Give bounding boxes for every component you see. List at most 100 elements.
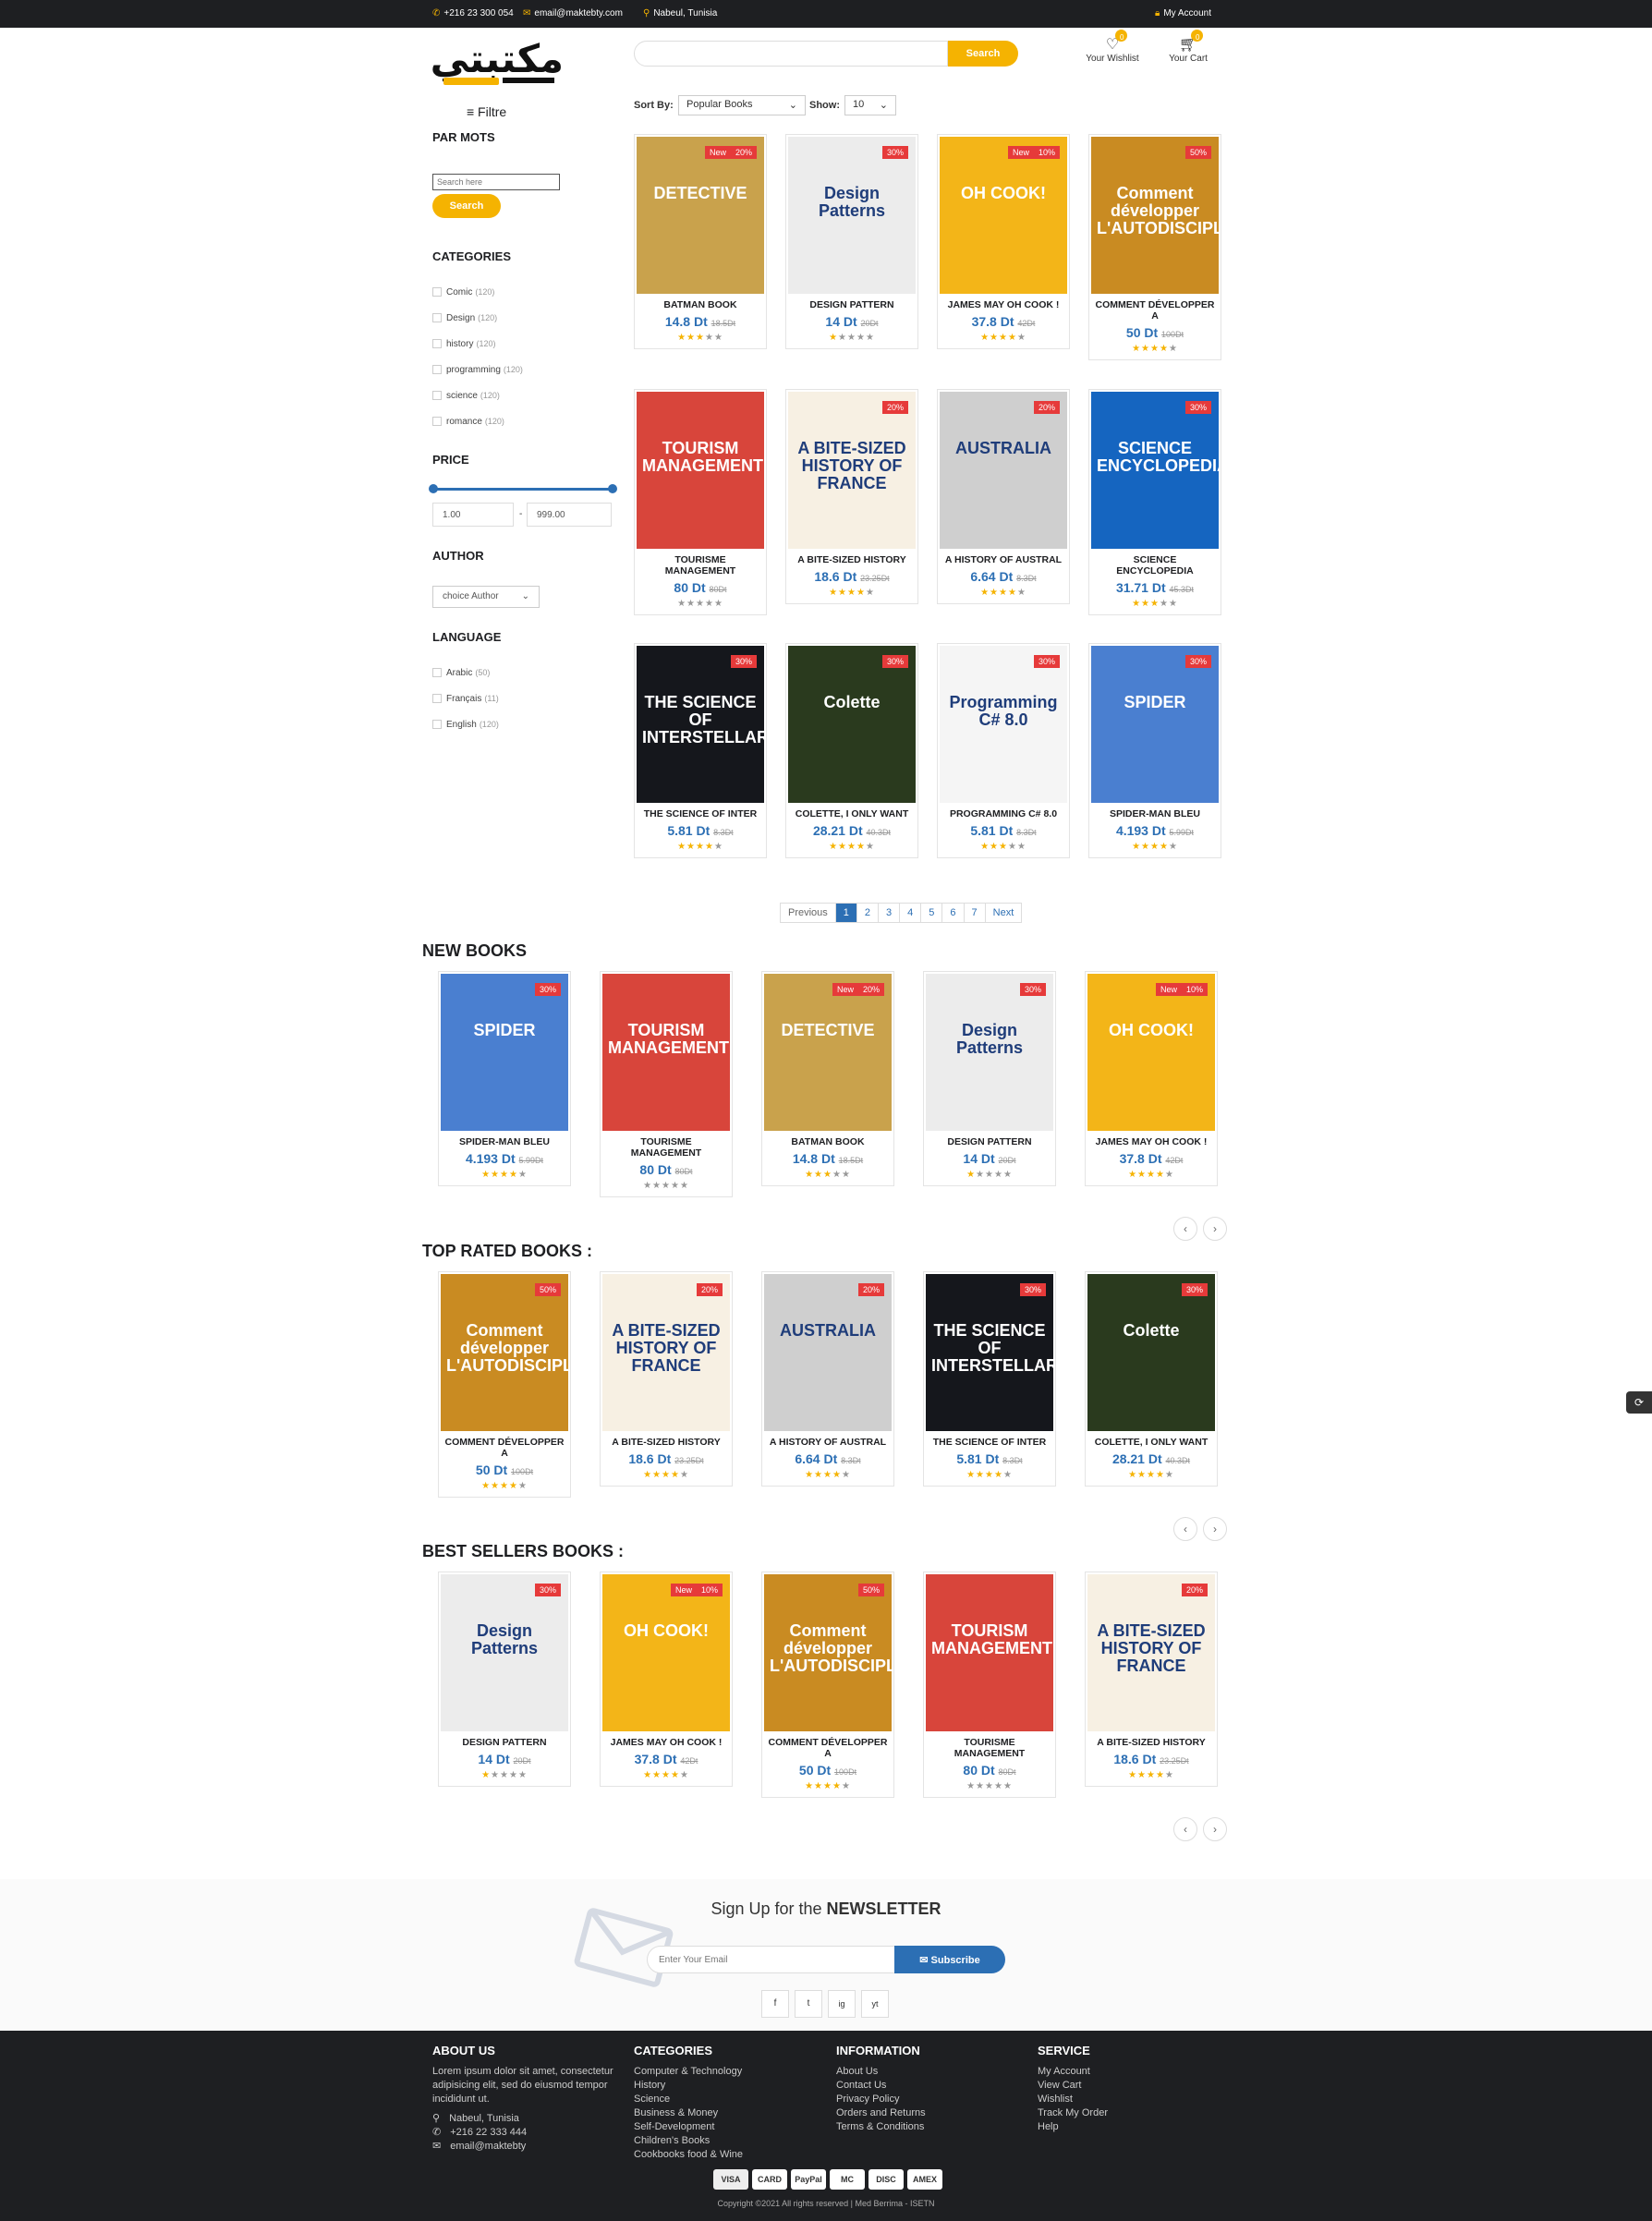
carousel-prev-button[interactable]: ‹ (1173, 1217, 1197, 1241)
footer-link[interactable]: Contact Us (836, 2079, 926, 2093)
book-cover[interactable]: Comment développer L'AUTODISCIPLINE 50% (764, 1574, 892, 1731)
book-cover[interactable]: Comment développer L'AUTODISCIPLINE 50% (1091, 137, 1219, 294)
pagination-page-4[interactable]: 4 (899, 903, 922, 923)
book-cover[interactable]: OH COOK! 10% New (1087, 974, 1215, 1131)
author-select[interactable]: choice Author ⌄ (432, 586, 540, 608)
footer-link[interactable]: Orders and Returns (836, 2106, 926, 2120)
footer-link[interactable]: Computer & Technology (634, 2065, 743, 2079)
pagination-page-5[interactable]: 5 (920, 903, 943, 923)
sort-select[interactable]: Popular Books ⌄ (678, 95, 806, 115)
product-name[interactable]: A HISTORY OF AUSTRAL (938, 554, 1069, 565)
cart-link[interactable]: 🛒︎ 0 Your Cart (1166, 30, 1210, 64)
search-button[interactable]: Search (948, 41, 1018, 67)
category-item[interactable]: history (120) (432, 331, 523, 357)
keyword-search-button[interactable]: Search (432, 194, 501, 218)
category-item[interactable]: romance (120) (432, 408, 523, 434)
product-name[interactable]: JAMES MAY OH COOK ! (1086, 1136, 1217, 1147)
product-name[interactable]: A BITE-SIZED HISTORY (786, 554, 917, 565)
carousel-next-button[interactable]: › (1203, 1817, 1227, 1841)
pagination-previous[interactable]: Previous (780, 903, 836, 923)
footer-link[interactable]: Science (634, 2093, 743, 2106)
product-name[interactable]: COMMENT DÉVELOPPER A (762, 1737, 893, 1759)
book-cover[interactable]: OH COOK! 10% New (940, 137, 1067, 294)
language-item[interactable]: Arabic (50) (432, 660, 499, 686)
pagination-page-6[interactable]: 6 (941, 903, 965, 923)
product-card[interactable]: SPIDER 30% SPIDER-MAN BLEU 4.193 Dt 5.99Dt ★… (438, 971, 571, 1186)
price-slider-min-handle[interactable] (429, 484, 438, 493)
price-slider-track[interactable] (432, 488, 613, 491)
newsletter-email-input[interactable] (647, 1946, 896, 1973)
pagination-page-7[interactable]: 7 (963, 903, 986, 923)
checkbox[interactable] (432, 694, 442, 703)
product-name[interactable]: DESIGN PATTERN (786, 299, 917, 310)
pagination-page-3[interactable]: 3 (878, 903, 901, 923)
wishlist-link[interactable]: ♡ 0 Your Wishlist (1085, 30, 1140, 64)
book-cover[interactable]: Comment développer L'AUTODISCIPLINE 50% (441, 1274, 568, 1431)
keyword-search-input[interactable] (432, 174, 560, 190)
language-item[interactable]: English (120) (432, 711, 499, 737)
show-select[interactable]: 10 ⌄ (844, 95, 896, 115)
instagram-icon[interactable]: ig (828, 1990, 856, 2018)
phone-contact[interactable]: ✆ +216 23 300 054 (432, 8, 514, 18)
youtube-icon[interactable]: yt (861, 1990, 889, 2018)
checkbox[interactable] (432, 339, 442, 348)
product-card[interactable]: OH COOK! 10% New JAMES MAY OH COOK ! 37.8 Dt… (937, 134, 1070, 349)
product-card[interactable]: Design Patterns 30% DESIGN PATTERN 14 Dt 20… (785, 134, 918, 349)
book-cover[interactable]: AUSTRALIA 20% (764, 1274, 892, 1431)
product-card[interactable]: SCIENCE ENCYCLOPEDIA 30% SCIENCE ENCYCLOPE… (1088, 389, 1221, 615)
product-card[interactable]: Comment développer L'AUTODISCIPLINE 50% CO… (438, 1271, 571, 1498)
product-name[interactable]: SPIDER-MAN BLEU (439, 1136, 570, 1147)
twitter-icon[interactable]: t (795, 1990, 822, 2018)
footer-link[interactable]: Track My Order (1038, 2106, 1108, 2120)
product-name[interactable]: TOURISME MANAGEMENT (635, 554, 766, 576)
carousel-next-button[interactable]: › (1203, 1517, 1227, 1541)
checkbox[interactable] (432, 287, 442, 297)
search-input[interactable] (634, 41, 948, 67)
footer-link[interactable]: Business & Money (634, 2106, 743, 2120)
product-card[interactable]: OH COOK! 10% New JAMES MAY OH COOK ! 37.8 Dt… (600, 1572, 733, 1787)
product-card[interactable]: TOURISM MANAGEMENT TOURISME MANAGEMENT 80 … (634, 389, 767, 615)
category-item[interactable]: science (120) (432, 382, 523, 408)
book-cover[interactable]: Design Patterns 30% (926, 974, 1053, 1131)
book-cover[interactable]: DETECTIVE 20% New (764, 974, 892, 1131)
pagination-page-1[interactable]: 1 (834, 903, 857, 923)
product-name[interactable]: THE SCIENCE OF INTER (635, 808, 766, 819)
checkbox[interactable] (432, 313, 442, 322)
book-cover[interactable]: OH COOK! 10% New (602, 1574, 730, 1731)
product-name[interactable]: SCIENCE ENCYCLOPEDIA (1089, 554, 1221, 576)
footer-link[interactable]: About Us (836, 2065, 926, 2079)
product-card[interactable]: SPIDER 30% SPIDER-MAN BLEU 4.193 Dt 5.99Dt ★… (1088, 643, 1221, 858)
footer-link[interactable]: Cookbooks food & Wine (634, 2148, 743, 2162)
footer-link[interactable]: Self-Development (634, 2120, 743, 2134)
footer-link[interactable]: View Cart (1038, 2079, 1108, 2093)
product-card[interactable]: Comment développer L'AUTODISCIPLINE 50% CO… (761, 1572, 894, 1798)
product-card[interactable]: THE SCIENCE OF INTERSTELLAR 30% THE SCIENC… (634, 643, 767, 858)
product-name[interactable]: BATMAN BOOK (762, 1136, 893, 1147)
checkbox[interactable] (432, 668, 442, 677)
carousel-next-button[interactable]: › (1203, 1217, 1227, 1241)
price-max-input[interactable]: 999.00 (527, 503, 612, 527)
facebook-icon[interactable]: f (761, 1990, 789, 2018)
book-cover[interactable]: A BITE-SIZED HISTORY OF FRANCE 20% (788, 392, 916, 549)
product-card[interactable]: Programming C# 8.0 30% PROGRAMMING C# 8.0 5… (937, 643, 1070, 858)
product-card[interactable]: Design Patterns 30% DESIGN PATTERN 14 Dt 20… (923, 971, 1056, 1186)
price-slider-max-handle[interactable] (608, 484, 617, 493)
book-cover[interactable]: Design Patterns 30% (441, 1574, 568, 1731)
category-item[interactable]: programming (120) (432, 357, 523, 382)
book-cover[interactable]: DETECTIVE 20% New (637, 137, 764, 294)
carousel-prev-button[interactable]: ‹ (1173, 1817, 1197, 1841)
product-card[interactable]: AUSTRALIA 20% A HISTORY OF AUSTRAL 6.64 Dt … (761, 1271, 894, 1487)
product-name[interactable]: A BITE-SIZED HISTORY (1086, 1737, 1217, 1748)
checkbox[interactable] (432, 417, 442, 426)
carousel-prev-button[interactable]: ‹ (1173, 1517, 1197, 1541)
product-name[interactable]: COMMENT DÉVELOPPER A (1089, 299, 1221, 322)
product-name[interactable]: JAMES MAY OH COOK ! (938, 299, 1069, 310)
side-widget-icon[interactable]: ⟳ (1626, 1391, 1652, 1414)
product-name[interactable]: TOURISME MANAGEMENT (924, 1737, 1055, 1759)
book-cover[interactable]: Design Patterns 30% (788, 137, 916, 294)
product-name[interactable]: JAMES MAY OH COOK ! (601, 1737, 732, 1748)
product-name[interactable]: TOURISME MANAGEMENT (601, 1136, 732, 1159)
footer-link[interactable]: Privacy Policy (836, 2093, 926, 2106)
category-item[interactable]: Comic (120) (432, 279, 523, 305)
book-cover[interactable]: A BITE-SIZED HISTORY OF FRANCE 20% (1087, 1574, 1215, 1731)
